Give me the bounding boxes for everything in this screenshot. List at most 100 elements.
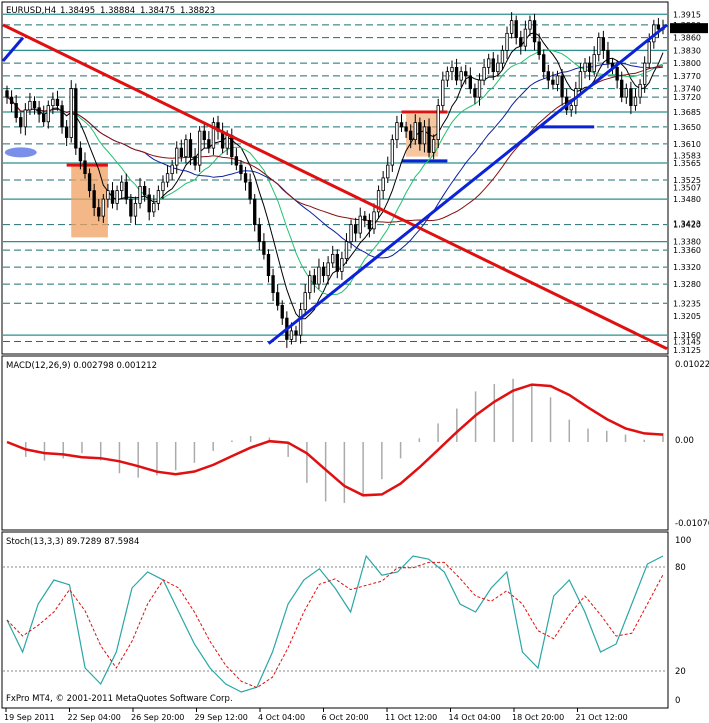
candle-body-120 — [555, 75, 560, 85]
candle-body-104 — [482, 66, 486, 81]
candle-body-128 — [592, 54, 596, 73]
candle-body-17 — [83, 160, 87, 175]
candle-body-27 — [129, 198, 133, 217]
candle-body-105 — [487, 58, 491, 68]
candle-body-98 — [454, 66, 459, 81]
candle-body-53 — [248, 181, 252, 200]
candle-body-43 — [202, 130, 206, 141]
time-label-0: 19 Sep 2011 — [4, 713, 55, 722]
candle-body-64 — [298, 309, 303, 336]
candle-body-80 — [372, 211, 376, 230]
candle-body-12 — [60, 105, 64, 128]
price-label-10: 1.3610 — [673, 140, 701, 149]
price-label-21: 1.3280 — [673, 280, 701, 289]
candle-body-83 — [386, 164, 390, 179]
macd-tick-zero: 0.00 — [675, 436, 694, 446]
candle-body-137 — [633, 96, 638, 107]
candle-body-39 — [184, 139, 188, 158]
candle-body-62 — [289, 330, 294, 340]
time-label-2: 26 Sep 20:00 — [131, 713, 184, 722]
ohlc-open: 1.38495 — [60, 6, 95, 16]
candle-body-20 — [97, 207, 101, 217]
candle-body-135 — [624, 88, 628, 98]
candle-body-91 — [422, 126, 427, 145]
candle-body-7 — [37, 107, 41, 115]
candle-body-74 — [344, 241, 349, 260]
candle-body-102 — [473, 88, 477, 98]
candle-body-133 — [615, 66, 619, 81]
candle-body-125 — [578, 71, 583, 90]
candle-body-111 — [514, 20, 518, 39]
candle-body-117 — [542, 54, 546, 73]
candle-body-89 — [413, 122, 417, 141]
price-title: EURUSD,H4 — [6, 6, 56, 16]
time-label-4: 4 Oct 04:00 — [258, 713, 305, 722]
price-label-8: 1.3685 — [673, 108, 701, 117]
candle-body-48 — [225, 134, 229, 149]
candle-body-34 — [161, 181, 165, 192]
price-label-4: 1.3800 — [673, 59, 701, 68]
candle-body-29 — [138, 185, 142, 204]
candle-body-96 — [445, 71, 450, 81]
candle-body-26 — [124, 181, 128, 200]
candle-body-13 — [64, 126, 69, 138]
candle-body-25 — [120, 181, 124, 192]
candle-body-126 — [583, 62, 587, 73]
candle-body-30 — [142, 185, 147, 196]
candle-body-130 — [601, 37, 606, 51]
current-price-marker — [670, 23, 708, 34]
candle-body-82 — [381, 177, 385, 192]
blue-marker — [4, 147, 37, 158]
time-label-1: 22 Sep 04:00 — [68, 713, 121, 722]
candle-body-114 — [528, 20, 532, 30]
candle-body-127 — [587, 62, 592, 73]
candle-body-94 — [436, 105, 440, 141]
candle-body-10 — [51, 98, 55, 107]
candle-body-113 — [523, 28, 528, 47]
stoch-tick-20: 20 — [675, 667, 686, 677]
candle-body-5 — [28, 100, 32, 111]
candle-body-67 — [312, 275, 317, 285]
time-label-7: 14 Oct 04:00 — [449, 713, 501, 722]
candle-body-4 — [23, 109, 28, 128]
candle-body-15 — [74, 88, 78, 149]
candle-body-37 — [175, 147, 179, 166]
price-label-14: 1.3507 — [673, 184, 701, 193]
candle-body-129 — [597, 37, 601, 56]
ohlc-low: 1.38475 — [140, 6, 175, 16]
candle-body-69 — [321, 266, 326, 277]
time-label-6: 11 Oct 12:00 — [385, 713, 437, 722]
candle-body-76 — [353, 224, 358, 234]
candle-body-106 — [491, 58, 495, 73]
trading-chart[interactable]: EURUSD,H4 1.38495 1.38884 1.38475 1.3882… — [0, 0, 709, 723]
stoch-tick-80: 80 — [675, 563, 686, 573]
candle-body-59 — [275, 292, 280, 306]
price-label-5: 1.3770 — [673, 72, 701, 81]
candle-body-115 — [532, 20, 537, 43]
macd-tick-top: 0.01022 — [675, 360, 709, 370]
candle-body-142 — [656, 24, 661, 30]
candle-body-123 — [569, 105, 573, 111]
candle-body-23 — [110, 190, 115, 204]
price-label-2: 1.3860 — [673, 34, 701, 43]
price-label-22: 1.3235 — [673, 299, 701, 308]
price-label-15: 1.3480 — [673, 195, 701, 204]
candle-body-70 — [326, 262, 330, 277]
candle-body-78 — [363, 215, 367, 221]
candle-body-75 — [349, 224, 353, 243]
candle-body-131 — [606, 49, 610, 64]
candle-body-97 — [450, 66, 454, 73]
price-label-3: 1.3830 — [673, 46, 701, 55]
price-label-17: 1.3420 — [673, 221, 701, 230]
ohlc-close: 1.38823 — [180, 6, 215, 16]
candle-body-90 — [418, 122, 422, 145]
candle-body-121 — [560, 75, 564, 98]
candle-body-36 — [170, 164, 174, 175]
candle-body-22 — [106, 190, 110, 200]
price-label-7: 1.3720 — [673, 93, 701, 102]
stoch-tick-0: 0 — [675, 696, 680, 706]
candle-body-108 — [500, 49, 505, 64]
watermark: FxPro MT4, © 2001-2011 MetaQuotes Softwa… — [6, 694, 233, 704]
candle-body-44 — [207, 139, 211, 149]
price-label-26: 1.3125 — [673, 346, 701, 355]
